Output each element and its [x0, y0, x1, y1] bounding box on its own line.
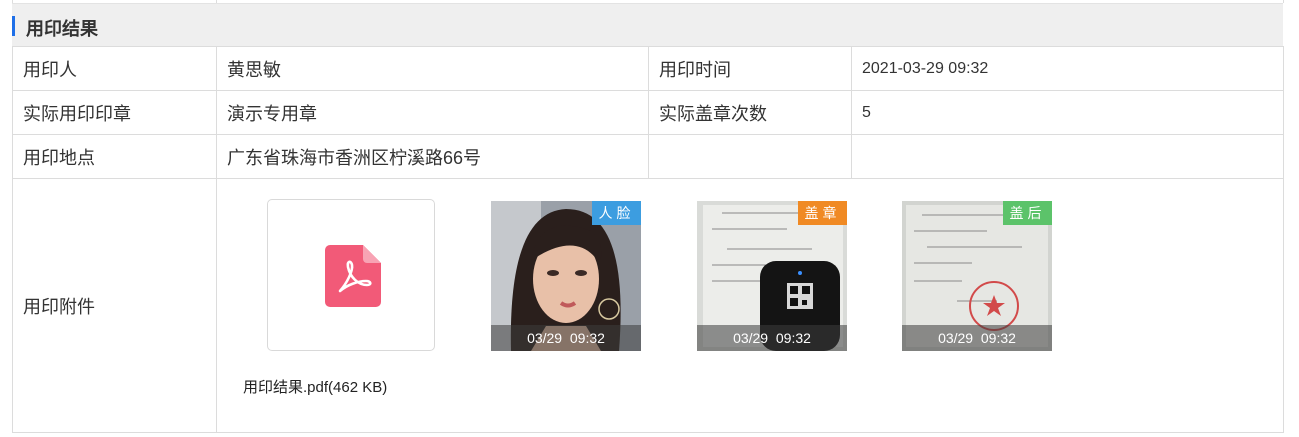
label-user: 用印人 [12, 46, 217, 91]
section-header: 用印结果 [12, 3, 1283, 47]
table-row: 用印地点 广东省珠海市香洲区柠溪路66号 [12, 134, 1284, 179]
photo-tag: 盖后 [1003, 201, 1052, 225]
photo-time: 03/29 09:32 [902, 325, 1052, 351]
label-place: 用印地点 [12, 134, 217, 179]
pdf-attachment-card[interactable] [267, 199, 435, 351]
photo-face[interactable]: 人脸 03/29 09:32 [491, 201, 641, 351]
photo-tag: 人脸 [592, 201, 641, 225]
result-table: 用印人 黄思敏 用印时间 2021-03-29 09:32 实际用印印章 演示专… [12, 46, 1284, 433]
label-count: 实际盖章次数 [648, 90, 852, 135]
value-time: 2021-03-29 09:32 [851, 46, 1284, 91]
pdf-filename[interactable]: 用印结果.pdf(462 KB) [243, 376, 463, 397]
section-accent-bar [12, 16, 15, 36]
table-row: 用印附件 用印结果.pdf(462 KB) 人脸 03/29 09:32 盖章 … [12, 178, 1284, 433]
attachments-cell: 用印结果.pdf(462 KB) 人脸 03/29 09:32 盖章 03/29… [216, 178, 1284, 433]
value-user: 黄思敏 [216, 46, 649, 91]
value-seal: 演示专用章 [216, 90, 649, 135]
value-place: 广东省珠海市香洲区柠溪路66号 [216, 134, 649, 179]
table-row: 实际用印印章 演示专用章 实际盖章次数 5 [12, 90, 1284, 135]
photo-tag: 盖章 [798, 201, 847, 225]
label-seal: 实际用印印章 [12, 90, 217, 135]
label-attach: 用印附件 [12, 178, 217, 433]
photo-after-stamp[interactable]: 盖后 03/29 09:32 [902, 201, 1052, 351]
table-row: 用印人 黄思敏 用印时间 2021-03-29 09:32 [12, 46, 1284, 91]
empty-cell [851, 134, 1284, 179]
photo-time: 03/29 09:32 [491, 325, 641, 351]
photo-stamping[interactable]: 盖章 03/29 09:32 [697, 201, 847, 351]
empty-cell [648, 134, 852, 179]
label-time: 用印时间 [648, 46, 852, 91]
section-title: 用印结果 [26, 19, 98, 39]
value-count: 5 [851, 90, 1284, 135]
pdf-icon [325, 245, 381, 307]
photo-time: 03/29 09:32 [697, 325, 847, 351]
